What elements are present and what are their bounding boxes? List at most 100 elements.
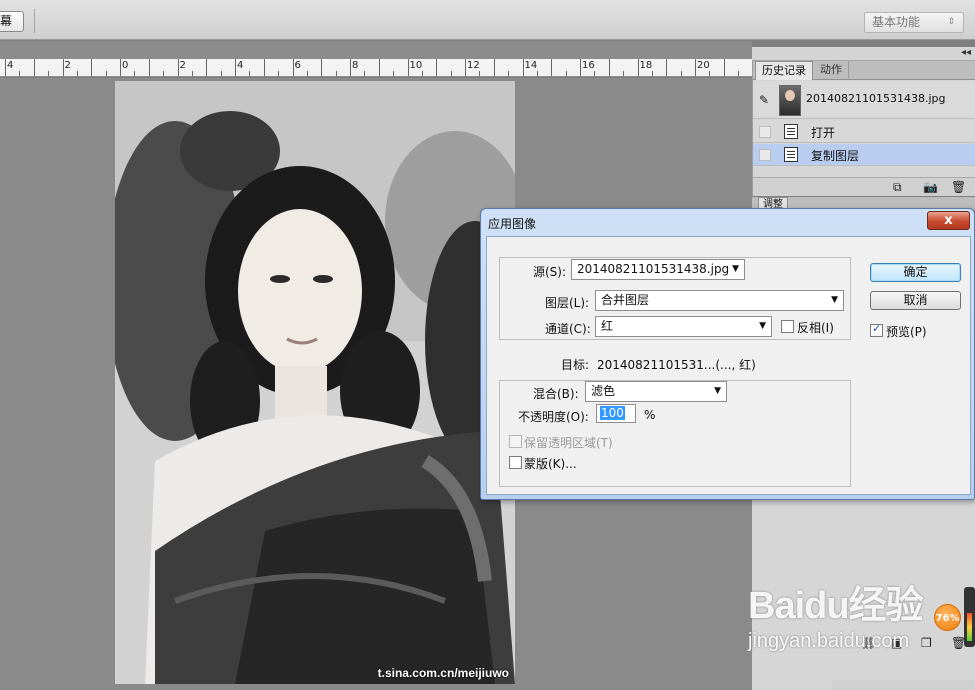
chevron-down-icon: ▼: [732, 264, 739, 274]
new-document-from-state-icon[interactable]: ⧉: [893, 180, 902, 195]
close-button[interactable]: x: [927, 211, 970, 230]
channel-dropdown[interactable]: 红 ▼: [595, 316, 772, 337]
ruler-tick: [48, 71, 50, 76]
preserve-transparency-checkbox[interactable]: [509, 435, 522, 448]
ruler-tick: [350, 59, 351, 76]
document-tab-strip: [0, 41, 752, 59]
ruler-tick: [148, 59, 150, 76]
site-watermark: Baidu经验 jingyan.baidu.com: [748, 585, 924, 653]
ok-button[interactable]: 确定: [870, 263, 961, 282]
ruler-tick: [479, 71, 481, 76]
ruler-tick: [220, 71, 222, 76]
ruler-tick: [651, 71, 653, 76]
ruler-tick: [235, 59, 236, 76]
history-brush-icon[interactable]: ✎: [759, 93, 769, 107]
ruler-tick: [177, 59, 179, 76]
options-bar: 幕 基本功能 ⇕: [0, 0, 975, 40]
document-image[interactable]: t.sina.com.cn/meijiuwo: [115, 81, 515, 684]
blending-dropdown[interactable]: 滤色 ▼: [585, 381, 727, 402]
preview-checkbox[interactable]: [870, 322, 883, 337]
opacity-input[interactable]: 100: [596, 404, 636, 423]
ruler-tick: [62, 59, 64, 76]
portrait-photo: [115, 81, 515, 684]
ruler-tick: [421, 71, 423, 76]
document-icon: [784, 124, 798, 139]
site-url: jingyan.baidu.com: [748, 630, 910, 652]
ruler-tick: [278, 71, 280, 76]
tab-actions[interactable]: 动作: [814, 61, 849, 80]
ruler-label: 10: [409, 60, 423, 71]
preview-label[interactable]: 预览(P): [886, 323, 927, 340]
ruler-tick: [493, 59, 495, 76]
history-panel-footer: ⧉ 📷 🗑: [753, 177, 975, 196]
layer-dropdown[interactable]: 合并图层 ▼: [595, 290, 844, 311]
ruler-tick: [163, 71, 165, 76]
ruler-label: 4: [237, 60, 244, 71]
toolbar-divider: [34, 9, 35, 33]
history-item-duplicate-layer[interactable]: 复制图层: [753, 144, 975, 166]
performance-meter: [964, 587, 975, 647]
ruler-tick: [120, 59, 121, 76]
ruler-tick: [536, 71, 538, 76]
ruler-tick: [666, 59, 668, 76]
ruler-tick: [292, 59, 294, 76]
source-dropdown[interactable]: 20140821101531438.jpg ▼: [571, 259, 745, 280]
ruler-tick: [378, 59, 380, 76]
ruler-tick: [393, 71, 395, 76]
ruler-label: 6: [294, 60, 301, 71]
ruler-label: 2: [64, 60, 71, 71]
workspace-label: 基本功能: [872, 15, 921, 29]
mask-checkbox[interactable]: [509, 456, 522, 469]
ruler-tick: [19, 71, 21, 76]
apply-image-dialog: 应用图像 x 源(S): 20140821101531438.jpg ▼ 图层(…: [480, 208, 975, 500]
trash-icon[interactable]: 🗑: [951, 180, 966, 194]
ruler-tick: [263, 59, 265, 76]
history-item-open[interactable]: 打开: [753, 121, 975, 143]
ruler-label: 12: [467, 60, 480, 71]
ruler-tick: [738, 71, 740, 76]
ruler-label: 14: [524, 60, 538, 71]
workspace-select[interactable]: 基本功能 ⇕: [864, 12, 964, 33]
panel-tabs: 历史记录 动作: [753, 61, 975, 80]
chevron-down-icon: ▼: [714, 386, 721, 396]
ruler-tick: [608, 59, 610, 76]
collapse-panels-icon[interactable]: ◂◂: [961, 47, 971, 58]
ruler-tick: [551, 59, 553, 76]
ruler-tick: [134, 71, 136, 76]
channel-value: 红: [601, 319, 614, 333]
cancel-button[interactable]: 取消: [870, 291, 961, 310]
ruler-tick: [5, 59, 6, 76]
ruler-tick: [335, 71, 337, 76]
screen-mode-button[interactable]: 幕: [0, 11, 24, 32]
ruler-tick: [580, 59, 581, 76]
layer-label: 图层(L):: [545, 296, 590, 310]
ruler-tick: [637, 59, 639, 76]
history-source-checkbox[interactable]: [759, 126, 771, 138]
source-value: 20140821101531438.jpg: [577, 262, 730, 276]
layer-value: 合并图层: [601, 293, 650, 307]
opacity-unit: %: [644, 408, 656, 422]
camera-icon[interactable]: 📷: [923, 180, 938, 194]
site-logo: Baidu经验: [748, 585, 924, 627]
invert-label[interactable]: 反相(I): [797, 319, 834, 336]
new-layer-icon[interactable]: ❐: [921, 636, 932, 650]
image-watermark: t.sina.com.cn/meijiuwo: [377, 666, 509, 680]
source-label: 源(S):: [533, 265, 567, 279]
ruler-label: 8: [352, 60, 359, 71]
history-snapshot[interactable]: ✎ 20140821101531438.jpg: [753, 81, 975, 119]
history-item-label: 复制图层: [811, 149, 860, 163]
invert-checkbox[interactable]: [781, 320, 794, 333]
ruler-tick: [695, 59, 696, 76]
ruler-tick: [436, 59, 438, 76]
ruler-label: 20: [697, 60, 710, 71]
ruler-tick: [522, 59, 524, 76]
mask-label[interactable]: 蒙版(K)...: [524, 455, 577, 472]
ruler-tick: [249, 71, 251, 76]
tab-history[interactable]: 历史记录: [755, 61, 813, 80]
panel-collapse-bar[interactable]: ◂◂: [752, 47, 975, 61]
horizontal-ruler[interactable]: 420246810121416182022: [0, 59, 752, 77]
updown-arrow-icon: ⇕: [947, 17, 955, 27]
ruler-tick: [565, 71, 567, 76]
history-source-checkbox[interactable]: [759, 149, 771, 161]
ruler-tick: [623, 71, 625, 76]
